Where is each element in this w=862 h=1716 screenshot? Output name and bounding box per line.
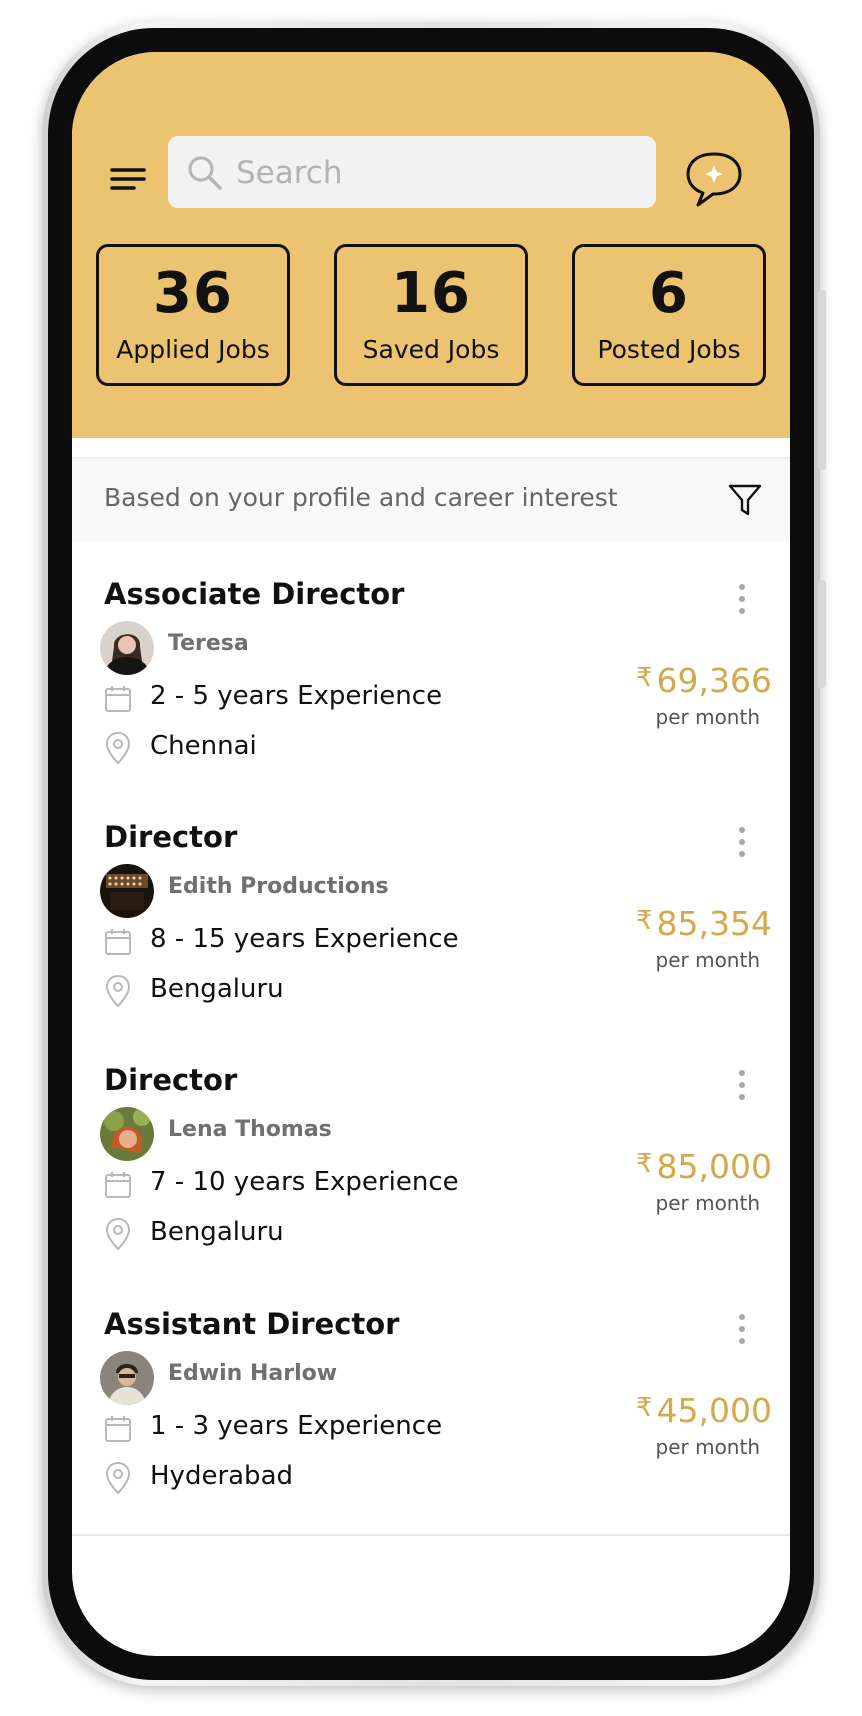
currency-symbol: ₹ — [635, 663, 653, 693]
avatar — [100, 1351, 154, 1405]
more-options-button[interactable] — [732, 1067, 752, 1103]
company-name: Teresa — [168, 631, 249, 656]
header: 36 Applied Jobs 16 Saved Jobs 6 Posted J… — [72, 52, 790, 438]
chat-button[interactable] — [682, 148, 746, 210]
experience: 8 - 15 years Experience — [150, 924, 459, 954]
job-card[interactable]: Director Lena Thomas 7 - 10 years Experi… — [72, 1027, 790, 1292]
job-title: Director — [104, 820, 238, 854]
salary: ₹69,366 — [636, 661, 772, 700]
stat-value: 6 — [649, 261, 689, 326]
recommendation-text: Based on your profile and career interes… — [104, 483, 618, 512]
stat-label: Applied Jobs — [116, 335, 270, 364]
more-options-button[interactable] — [732, 581, 752, 617]
experience: 1 - 3 years Experience — [150, 1411, 443, 1441]
currency-symbol: ₹ — [635, 1393, 653, 1423]
salary: ₹85,000 — [636, 1147, 772, 1186]
calendar-icon — [105, 929, 131, 955]
menu-icon — [110, 168, 146, 190]
search-input[interactable] — [234, 146, 638, 200]
salary: ₹45,000 — [636, 1391, 772, 1430]
menu-button[interactable] — [108, 160, 148, 200]
stat-label: Saved Jobs — [362, 335, 500, 364]
salary-period: per month — [655, 705, 761, 729]
filter-icon — [728, 484, 762, 516]
location: Bengaluru — [150, 1217, 284, 1247]
more-vertical-icon — [739, 1070, 745, 1100]
calendar-icon — [105, 686, 131, 712]
salary-period: per month — [655, 1191, 761, 1215]
job-card[interactable]: Director Edith Productions 8 - 15 years … — [72, 784, 790, 1049]
currency-symbol: ₹ — [635, 1149, 653, 1179]
phone-side-button-upper — [818, 290, 826, 470]
screen: 36 Applied Jobs 16 Saved Jobs 6 Posted J… — [72, 52, 790, 1656]
location-pin-icon — [105, 731, 131, 765]
search-icon — [188, 156, 222, 190]
stat-card-applied-jobs[interactable]: 36 Applied Jobs — [96, 244, 290, 386]
stat-label: Posted Jobs — [597, 335, 741, 364]
location-pin-icon — [105, 974, 131, 1008]
stat-value: 36 — [153, 261, 233, 326]
salary-amount: 85,354 — [656, 904, 772, 943]
stat-value: 16 — [391, 261, 471, 326]
salary-amount: 85,000 — [656, 1147, 772, 1186]
stat-card-posted-jobs[interactable]: 6 Posted Jobs — [572, 244, 766, 386]
currency-symbol: ₹ — [635, 906, 653, 936]
avatar — [100, 621, 154, 675]
avatar — [100, 1107, 154, 1161]
more-options-button[interactable] — [732, 1311, 752, 1347]
location: Hyderabad — [150, 1461, 293, 1491]
more-vertical-icon — [739, 1314, 745, 1344]
filter-button[interactable] — [726, 481, 764, 519]
experience: 7 - 10 years Experience — [150, 1167, 459, 1197]
salary-period: per month — [655, 1435, 761, 1459]
search-bar[interactable] — [168, 136, 656, 208]
location-pin-icon — [105, 1461, 131, 1495]
job-title: Assistant Director — [104, 1307, 400, 1341]
job-card[interactable]: Associate Director Teresa 2 - 5 years Ex… — [72, 541, 790, 806]
salary-amount: 45,000 — [656, 1391, 772, 1430]
job-title: Associate Director — [104, 577, 405, 611]
location: Chennai — [150, 731, 257, 761]
calendar-icon — [105, 1416, 131, 1442]
more-options-button[interactable] — [732, 824, 752, 860]
chat-sparkle-icon — [686, 152, 742, 207]
stat-card-saved-jobs[interactable]: 16 Saved Jobs — [334, 244, 528, 386]
job-title: Director — [104, 1063, 238, 1097]
salary-period: per month — [655, 948, 761, 972]
company-name: Edwin Harlow — [168, 1361, 338, 1386]
company-name: Edith Productions — [168, 874, 389, 899]
salary: ₹85,354 — [636, 904, 772, 943]
experience: 2 - 5 years Experience — [150, 681, 443, 711]
location-pin-icon — [105, 1217, 131, 1251]
more-vertical-icon — [739, 584, 745, 614]
phone-side-button-lower — [818, 580, 826, 688]
salary-amount: 69,366 — [656, 661, 772, 700]
job-card[interactable]: Assistant Director Edwin Harlow 1 - 3 ye… — [72, 1271, 790, 1536]
company-name: Lena Thomas — [168, 1117, 332, 1142]
recommendation-bar: Based on your profile and career interes… — [72, 457, 790, 543]
location: Bengaluru — [150, 974, 284, 1004]
calendar-icon — [105, 1172, 131, 1198]
more-vertical-icon — [739, 827, 745, 857]
avatar — [100, 864, 154, 918]
